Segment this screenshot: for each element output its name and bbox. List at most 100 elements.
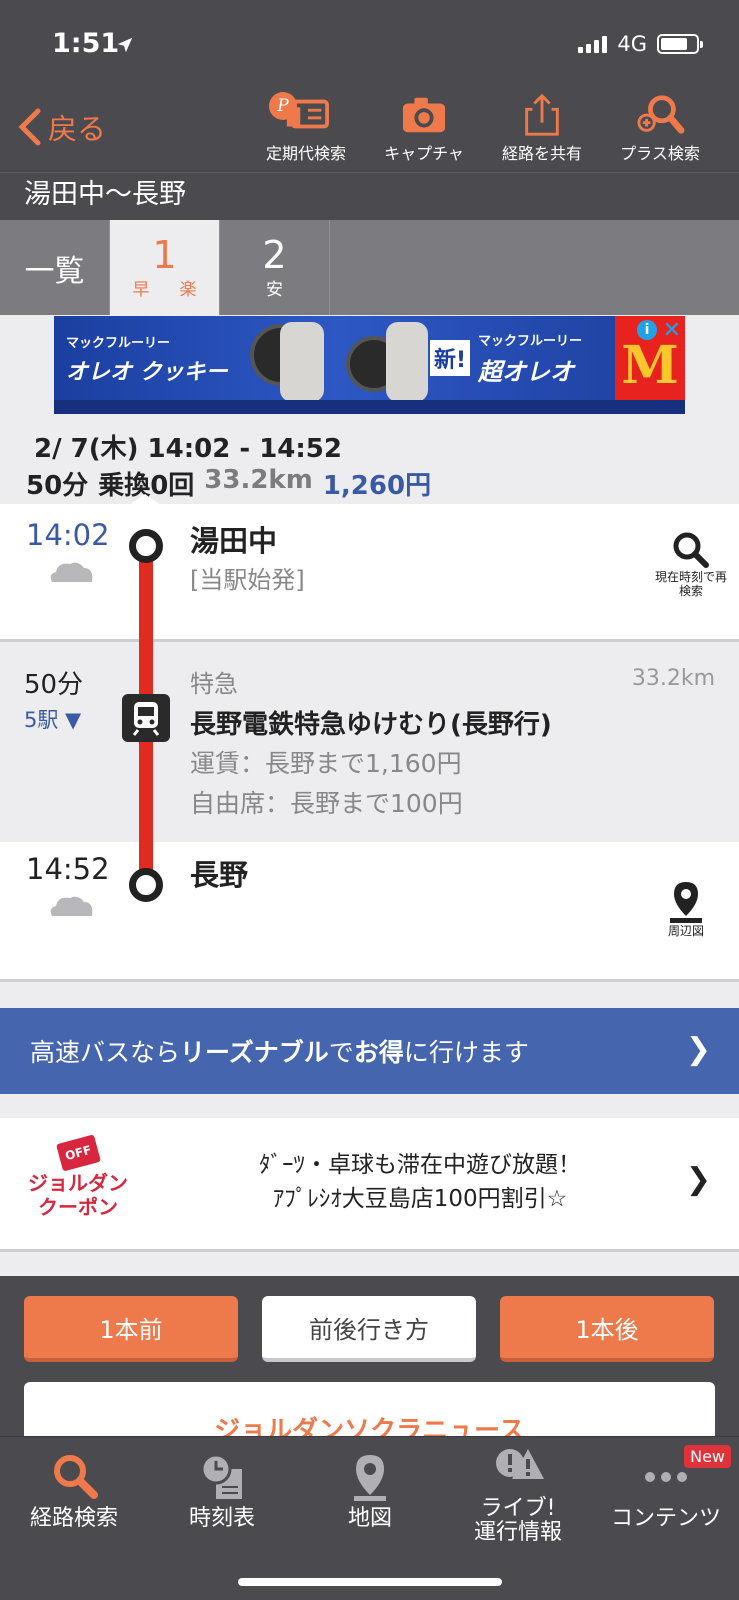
plus-search-button[interactable]: プラス検索 <box>601 92 719 172</box>
dessert-image <box>386 322 428 402</box>
segment-train-name[interactable]: 長野電鉄特急ゆけむり(長野行) <box>190 704 552 741</box>
bottom-tab-bar: 経路検索 時刻表 地図 ライブ! 運行情報 コンテンツ New <box>0 1436 739 1600</box>
tab-contents-label: コンテンツ <box>610 1506 721 1531</box>
location-arrow-icon <box>117 37 133 53</box>
news-link[interactable]: ジョルダンソクラニュース <box>24 1382 715 1442</box>
new-badge: New <box>684 1445 731 1468</box>
plus-search-icon <box>637 95 685 134</box>
around-routes-button[interactable]: 前後行き方 <box>262 1296 476 1362</box>
signal-icon <box>578 35 608 53</box>
tab-map[interactable]: 地図 <box>296 1451 444 1531</box>
alert-icon <box>496 1449 544 1479</box>
map-pin-icon <box>670 882 702 923</box>
share-icon <box>525 93 559 136</box>
route-title: 湯田中〜長野 <box>0 172 739 220</box>
tab-route-1[interactable]: 1 早 楽 <box>110 220 220 315</box>
arrival-time: 14:52 <box>26 852 110 886</box>
coupon-message: ﾀﾞｰﾂ・卓球も滞在中遊び放題！ ｱﾌﾟﾚｼｵ大豆島店100円割引☆ <box>259 1152 581 1212</box>
tab-live-status-label: ライブ! 運行情報 <box>473 1496 562 1545</box>
action-area: 1本前 前後行き方 1本後 ジョルダンソクラニュース <box>0 1276 739 1442</box>
segment-duration: 50分 <box>24 670 84 700</box>
tab-route-tag-easy: 楽 <box>179 280 197 300</box>
segment-details: 50分 5駅 ▼ 特急 33.2km 長野電鉄特急ゆけむり(長野行) 運賃：長野… <box>0 642 739 842</box>
share-route-label: 経路を共有 <box>501 144 582 163</box>
departure-node <box>129 529 163 563</box>
next-train-button[interactable]: 1本後 <box>500 1296 714 1362</box>
segment-stops-toggle[interactable]: 5駅 ▼ <box>24 704 81 734</box>
train-icon <box>122 694 170 742</box>
arrival-node <box>129 868 163 902</box>
ad-text: マックフルーリー <box>66 336 171 351</box>
home-indicator[interactable] <box>238 1578 502 1586</box>
cloudy-weather-icon <box>50 562 93 582</box>
tab-timetable[interactable]: 時刻表 <box>148 1451 296 1531</box>
bus-banner-text: 高速バスならリーズナブルでお得に行けます <box>30 1038 529 1067</box>
pass-search-label: 定期代検索 <box>265 144 346 163</box>
capture-button[interactable]: キャプチャ <box>365 92 483 172</box>
departure-card: 14:02 湯田中 [当駅始発] 現在時刻で再検索 <box>0 504 739 642</box>
timetable-icon <box>200 1453 242 1499</box>
area-map-button[interactable]: 周辺図 <box>668 880 704 938</box>
ad-banner[interactable]: マックフルーリー オレオ クッキー 新! マックフルーリー 超オレオ M i ✕ <box>54 316 685 414</box>
highway-bus-banner[interactable]: 高速バスならリーズナブルでお得に行けます ❯ <box>0 1008 739 1094</box>
ad-text: オレオ クッキー <box>66 360 228 385</box>
arrival-card: 14:52 長野 周辺図 <box>0 842 739 982</box>
tab-map-label: 地図 <box>347 1506 392 1531</box>
tab-timetable-label: 時刻表 <box>188 1506 255 1531</box>
off-tag: OFF <box>55 1134 101 1172</box>
tab-route-search-label: 経路検索 <box>29 1506 118 1531</box>
status-time: 1:51 <box>52 28 120 59</box>
route-datetime: 2/ 7(木) 14:02 - 14:52 <box>34 434 342 464</box>
status-indicators: 4G <box>578 32 703 56</box>
back-button[interactable]: 戻る <box>16 106 106 148</box>
ad-close-icon[interactable]: ✕ <box>663 318 681 343</box>
ad-footer <box>54 400 685 414</box>
previous-train-button[interactable]: 1本前 <box>24 1296 238 1362</box>
route-duration: 50分 <box>26 471 89 501</box>
camera-icon <box>402 97 446 133</box>
nav-bar: 戻る P 定期代検索 キャプチャ 経路を共有 プラス検索 <box>0 92 739 172</box>
route-fare: 1,260円 <box>322 471 432 501</box>
tab-route-tag-cheap: 安 <box>266 280 283 300</box>
capture-label: キャプチャ <box>384 144 464 163</box>
share-route-button[interactable]: 経路を共有 <box>483 92 601 172</box>
back-label: 戻る <box>48 112 107 146</box>
chevron-right-icon: ❯ <box>685 1162 711 1197</box>
segment-train-type: 特急 <box>190 670 238 698</box>
ad-info-icon[interactable]: i <box>637 320 657 340</box>
departure-note: [当駅始発] <box>190 566 305 594</box>
area-map-label: 周辺図 <box>668 924 705 938</box>
chevron-left-icon <box>18 108 41 146</box>
status-bar: 1:51 4G <box>0 0 739 92</box>
dessert-image <box>280 322 324 402</box>
research-now-button[interactable]: 現在時刻で再検索 <box>654 530 728 598</box>
segment-seat-fare: 自由席：長野まで100円 <box>190 789 463 818</box>
segment-distance: 33.2km <box>631 666 715 691</box>
ad-text: 超オレオ <box>478 358 574 386</box>
pass-search-button[interactable]: P 定期代検索 <box>247 92 365 172</box>
battery-icon <box>657 34 703 54</box>
tab-live-status[interactable]: ライブ! 運行情報 <box>444 1441 592 1545</box>
search-icon <box>673 532 709 568</box>
tab-list-label: 一覧 <box>24 253 85 289</box>
tab-route-number: 1 <box>152 233 177 277</box>
route-summary: 2/ 7(木) 14:02 - 14:52 50分 乗換0回 33.2km 1,… <box>26 428 431 502</box>
jorudan-coupon-logo: OFF ジョルダン クーポン <box>18 1134 138 1219</box>
points-badge: P <box>269 92 297 120</box>
tab-route-number: 2 <box>262 233 287 277</box>
tab-route-search[interactable]: 経路検索 <box>0 1451 148 1531</box>
tab-route-2[interactable]: 2 安 <box>220 220 330 315</box>
route-tabs: 一覧 1 早 楽 2 安 <box>0 220 739 315</box>
segment-fare: 運賃：長野まで1,160円 <box>190 749 462 778</box>
search-icon <box>54 1455 98 1499</box>
ad-text: マックフルーリー <box>478 334 583 349</box>
network-type: 4G <box>617 32 647 56</box>
route-distance: 33.2km <box>204 465 313 495</box>
departure-station[interactable]: 湯田中 <box>190 518 277 560</box>
tab-route-tag-fast: 早 <box>132 280 150 300</box>
departure-time: 14:02 <box>26 518 110 552</box>
cloudy-weather-icon <box>50 896 93 916</box>
tab-list[interactable]: 一覧 <box>0 220 110 315</box>
arrival-station[interactable]: 長野 <box>190 852 248 894</box>
coupon-banner[interactable]: OFF ジョルダン クーポン ﾀﾞｰﾂ・卓球も滞在中遊び放題！ ｱﾌﾟﾚｼｵ大豆… <box>0 1118 739 1252</box>
